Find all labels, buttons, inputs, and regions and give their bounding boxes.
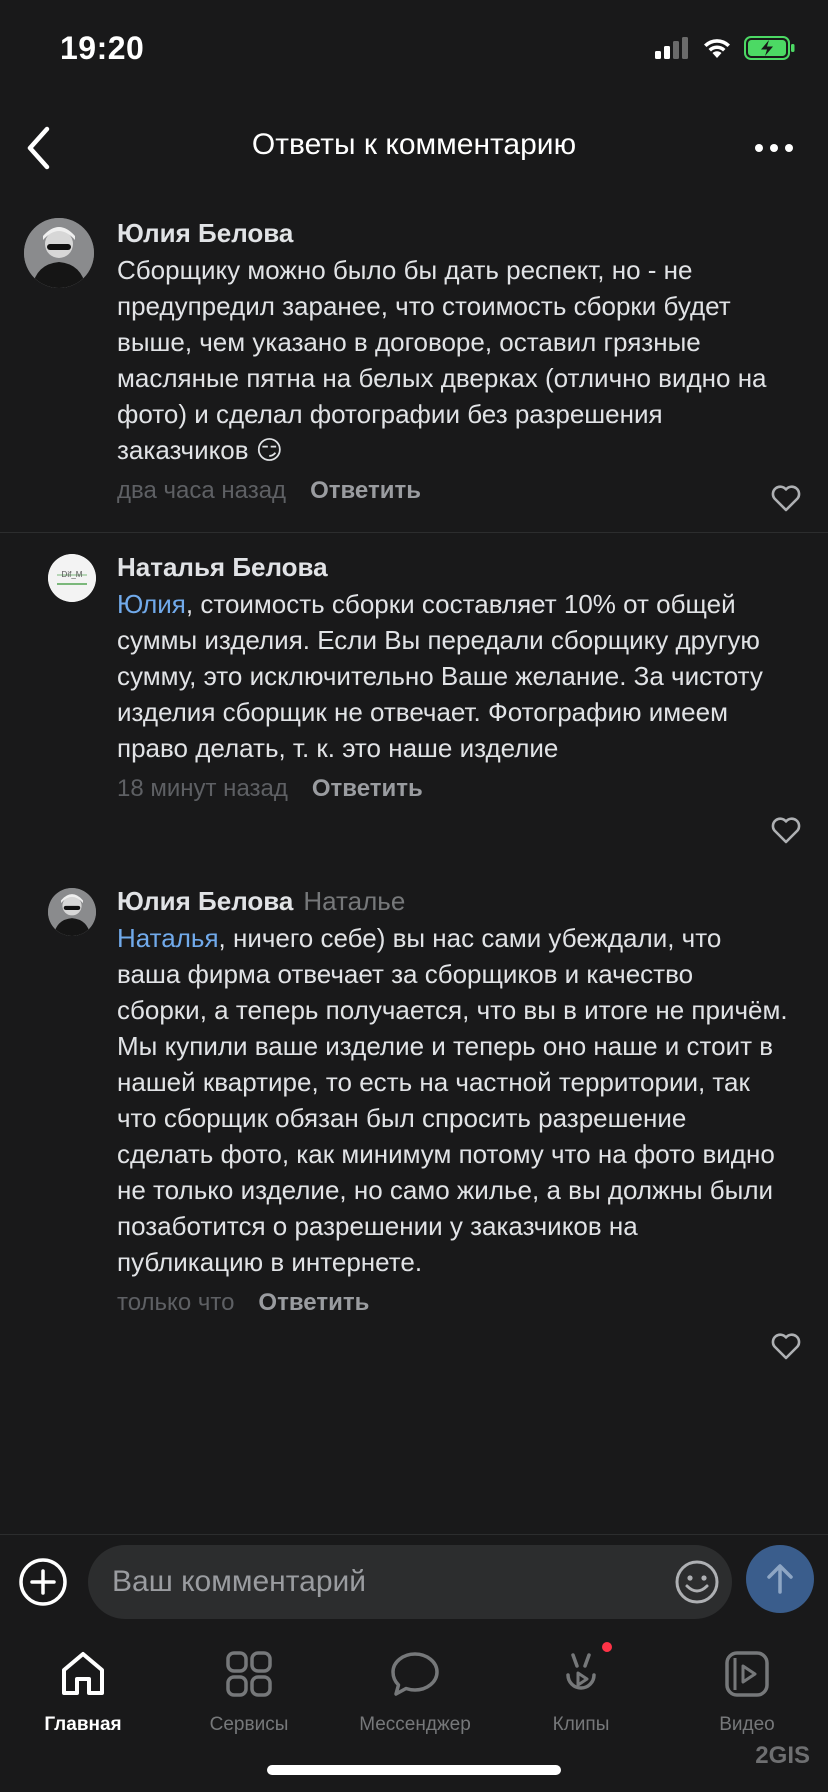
reply-button[interactable]: Ответить (258, 1286, 369, 1320)
comment-time: только что (117, 1289, 235, 1316)
battery-icon (744, 36, 795, 60)
author-name[interactable]: Наталья Белова (117, 552, 328, 582)
tab-services[interactable]: Сервисы (166, 1630, 332, 1736)
divider (0, 532, 828, 533)
heart-icon[interactable] (770, 1330, 802, 1362)
more-icon (755, 144, 793, 152)
clips-icon (566, 1653, 596, 1690)
heart-icon[interactable] (770, 814, 802, 846)
comment-meta: только что Ответить (117, 1286, 788, 1320)
tab-clips[interactable]: Клипы (498, 1630, 664, 1736)
comment-body: Юлия Белова Сборщику можно было бы дать … (117, 216, 788, 508)
tab-label: Видео (719, 1714, 775, 1735)
add-attachment-icon[interactable] (18, 1557, 68, 1607)
tab-video[interactable]: Видео (664, 1630, 828, 1736)
mention-link[interactable]: Юлия (117, 589, 186, 619)
status-bar: 19:20 (0, 0, 828, 100)
emoji-icon[interactable] (674, 1559, 720, 1605)
comment-time: 18 минут назад (117, 775, 288, 802)
tab-label: Мессенджер (359, 1714, 471, 1735)
comment-input[interactable] (88, 1545, 732, 1619)
arrow-up-icon (767, 1564, 793, 1594)
wifi-icon (704, 39, 730, 58)
tab-home[interactable]: Главная (0, 1630, 166, 1736)
reply-button[interactable]: Ответить (310, 474, 421, 508)
comment-text: Наталья, ничего себе) вы нас сами убежда… (117, 920, 788, 1280)
watermark: 2GIS (755, 1742, 810, 1769)
author-name[interactable]: Юлия Белова (117, 886, 293, 916)
user-photo-icon (24, 218, 94, 288)
comment-meta: два часа назад Ответить (117, 474, 788, 508)
tab-label: Главная (44, 1714, 122, 1735)
page-title: Ответы к комментарию (251, 128, 577, 161)
comment-text-body: Сборщику можно было бы дать респект, но … (117, 255, 767, 465)
status-time: 19:20 (60, 30, 145, 66)
comment-body: Наталья Белова Юлия, стоимость сборки со… (117, 550, 788, 806)
home-icon (62, 1652, 104, 1695)
services-icon (226, 1651, 272, 1697)
nav-bar: Ответы к комментарию (0, 100, 828, 196)
tab-label: Клипы (552, 1714, 610, 1735)
reply-button[interactable]: Ответить (312, 772, 423, 806)
comment-text: Юлия, стоимость сборки составляет 10% от… (117, 586, 788, 766)
more-button[interactable] (750, 128, 798, 168)
signal-icon (655, 37, 688, 59)
comment-text: Сборщику можно было бы дать респект, но … (117, 252, 788, 468)
comment-body: Юлия Белова Наталье Наталья, ничего себе)… (117, 884, 788, 1320)
avatar[interactable] (48, 888, 96, 936)
comment-text-body: , ничего себе) вы нас сами убеждали, что… (117, 923, 788, 1277)
send-button[interactable] (746, 1545, 814, 1613)
tab-label: Сервисы (209, 1714, 289, 1735)
messenger-icon (391, 1652, 439, 1696)
comment-time: два часа назад (117, 477, 287, 504)
comment-composer (0, 1534, 828, 1630)
home-indicator[interactable] (267, 1765, 561, 1775)
comment-text-body: , стоимость сборки составляет 10% от общ… (117, 589, 763, 763)
tab-messenger[interactable]: Мессенджер (332, 1630, 498, 1736)
status-icons (654, 36, 796, 60)
avatar-label: Dif_M (61, 570, 83, 579)
heart-icon[interactable] (770, 482, 802, 514)
avatar[interactable] (24, 218, 94, 288)
author-name[interactable]: Юлия Белова (117, 218, 293, 248)
mention-link[interactable]: Наталья (117, 923, 219, 953)
comment-meta: 18 минут назад Ответить (117, 772, 788, 806)
user-photo-icon (48, 888, 96, 936)
notification-badge (602, 1642, 612, 1652)
video-icon (725, 1651, 769, 1697)
reply-to-label[interactable]: Наталье (303, 886, 405, 916)
